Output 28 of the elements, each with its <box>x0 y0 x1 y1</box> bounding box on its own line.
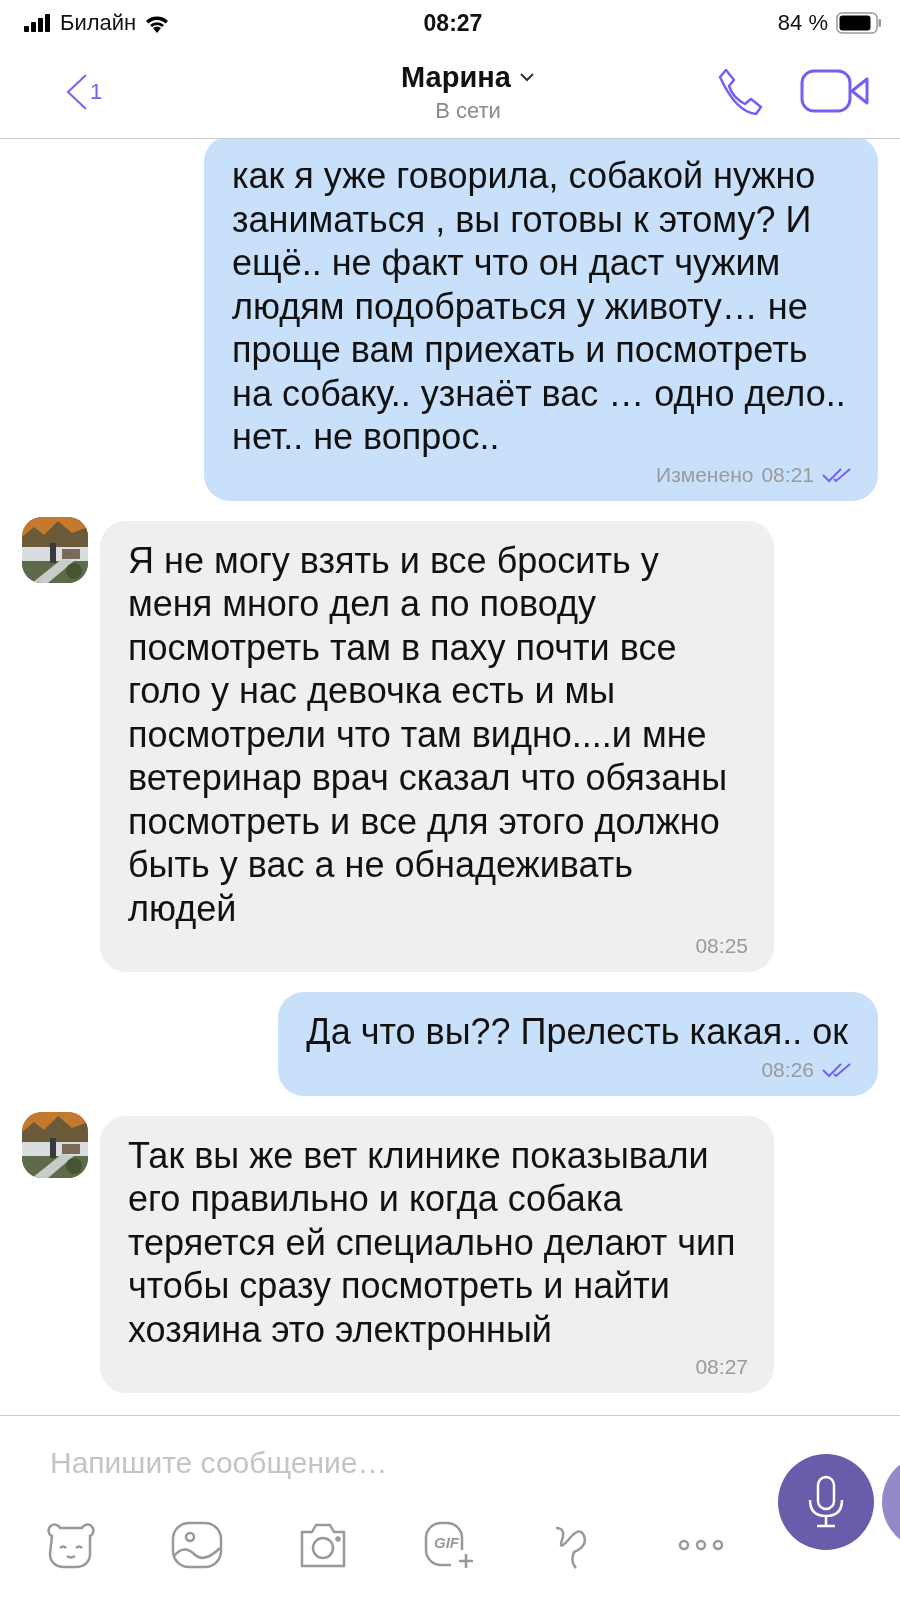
gif-button[interactable]: GIF <box>422 1520 476 1570</box>
caret-icon[interactable] <box>518 72 535 82</box>
back-chevron-icon[interactable] <box>66 73 88 111</box>
double-check-icon <box>822 1061 852 1078</box>
signal-icon <box>24 14 52 32</box>
message-time: 08:21 <box>761 462 814 487</box>
battery-icon <box>836 12 882 34</box>
bear-face-icon[interactable] <box>44 1520 98 1570</box>
message-text: Так вы же вет клинике показывали его правильно и когда собака теряется ей специально делают чип чтобы сразу посмотреть и найти хозяина это электронный <box>128 1133 737 1351</box>
edited-label: Изменено <box>656 462 754 487</box>
message-input[interactable]: Напишите сообщение… <box>50 1446 690 1480</box>
message-text: Я не могу взять и все бросить у меня много дел а по поводу посмотреть там в паху почти все голо у нас девочка есть и мы посмотрели что там видно....и мне ветеринар врач сказал что обязаны посмотреть и все для этого должно быть у вас а не обнадеживать людей <box>128 538 729 930</box>
battery-percent: 84 % <box>777 10 828 36</box>
image-icon[interactable] <box>170 1520 224 1570</box>
message-text: как я уже говорила, собакой нужно заниматься , вы готовы к этому? И ещё.. не факт что он даст чужим людям подобраться у животу… не проще вам приехать и посмотреть на собаку.. узнаёт вас … одно дело.. нет.. не вопрос.. <box>232 154 847 459</box>
double-check-icon <box>822 466 852 483</box>
microphone-icon[interactable] <box>806 1474 846 1530</box>
message-time: 08:26 <box>761 1057 814 1082</box>
video-camera-icon[interactable] <box>800 67 870 115</box>
back-button[interactable]: 1 <box>66 73 316 111</box>
clock: 08:27 <box>423 9 483 37</box>
online-status: В сети <box>435 97 501 124</box>
carrier-name: Билайн <box>60 10 137 36</box>
message-time: 08:27 <box>695 1355 748 1379</box>
contact-name[interactable]: Марина <box>401 60 511 94</box>
phone-icon[interactable] <box>716 67 764 117</box>
message-text: Да что вы?? Прелесть какая.. ок <box>306 1010 848 1054</box>
message-time: 08:25 <box>695 934 748 958</box>
